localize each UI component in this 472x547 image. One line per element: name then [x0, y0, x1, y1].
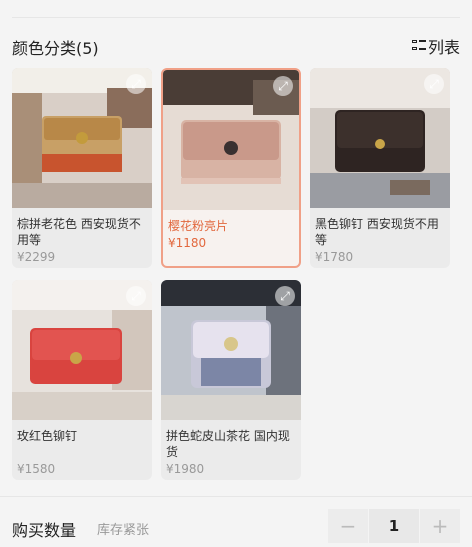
list-view-label: 列表 — [427, 38, 460, 57]
list-view-icon — [411, 39, 426, 53]
increase-button[interactable]: + — [420, 509, 460, 543]
option-name: 棕拼老花色 西安现货不用等 — [17, 217, 141, 247]
option-price: ¥1980 — [166, 462, 205, 476]
color-option-card-selected[interactable]: ⤢ 樱花粉亮片 ¥1180 — [161, 68, 301, 268]
option-price: ¥2299 — [17, 250, 56, 264]
quantity-stepper: − 1 + — [328, 509, 460, 543]
color-option-card[interactable]: ⤢ 棕拼老花色 西安现货不用等 ¥2299 — [12, 68, 152, 268]
expand-image-icon[interactable]: ⤢ — [126, 74, 146, 94]
purchase-quantity-row: 购买数量 库存紧张 − 1 + — [0, 496, 472, 547]
option-name: 黑色铆钉 西安现货不用等 — [315, 217, 439, 247]
quantity-label: 购买数量 — [12, 521, 77, 540]
option-price: ¥1180 — [168, 236, 207, 250]
option-name: 玫红色铆钉 — [17, 429, 78, 443]
color-option-card[interactable]: ⤢ 玫红色铆钉 ¥1580 — [12, 280, 152, 480]
top-divider — [0, 0, 472, 18]
color-option-card[interactable]: ⤢ 拼色蛇皮山茶花 国内现货 ¥1980 — [161, 280, 301, 480]
option-price: ¥1580 — [17, 462, 56, 476]
decrease-button[interactable]: − — [328, 509, 368, 543]
color-category-header: 颜色分类(5) 列表 — [0, 28, 472, 62]
expand-image-icon[interactable]: ⤢ — [424, 74, 444, 94]
list-view-toggle[interactable]: 列表 — [411, 34, 460, 58]
expand-image-icon[interactable]: ⤢ — [126, 286, 146, 306]
color-option-card[interactable]: ⤢ 黑色铆钉 西安现货不用等 ¥1780 — [310, 68, 450, 268]
section-title: 颜色分类(5) — [12, 39, 99, 58]
expand-image-icon[interactable]: ⤢ — [273, 76, 293, 96]
option-name: 樱花粉亮片 — [168, 219, 229, 233]
option-price: ¥1780 — [315, 250, 354, 264]
expand-image-icon[interactable]: ⤢ — [275, 286, 295, 306]
quantity-input[interactable]: 1 — [369, 509, 419, 543]
stock-status: 库存紧张 — [97, 523, 150, 538]
option-name: 拼色蛇皮山茶花 国内现货 — [166, 429, 290, 459]
